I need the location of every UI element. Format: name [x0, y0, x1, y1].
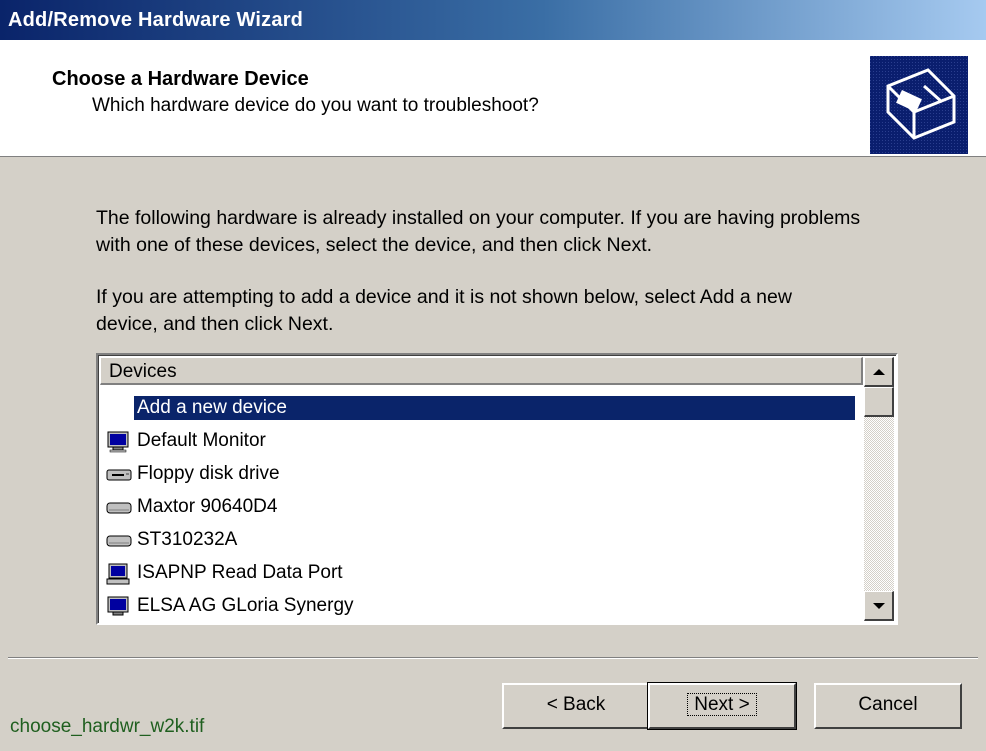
column-header-label: Devices [109, 361, 177, 382]
computer-icon [106, 563, 130, 585]
arrow-down-icon [873, 603, 885, 609]
device-row-elsa[interactable]: ELSA AG GLoria Synergy [102, 591, 863, 623]
hard-disk-icon [106, 502, 132, 514]
device-row-floppy[interactable]: Floppy disk drive [102, 459, 863, 491]
instructions-paragraph-1: The following hardware is already instal… [96, 205, 896, 259]
instructions-paragraph-2: If you are attempting to add a device an… [96, 284, 896, 338]
next-button[interactable]: Next > [647, 682, 797, 730]
device-row-maxtor[interactable]: Maxtor 90640D4 [102, 492, 863, 524]
devices-list[interactable]: Devices Add a new device Default Monitor… [96, 353, 898, 625]
title-bar: Add/Remove Hardware Wizard [0, 0, 986, 40]
device-row-default-monitor[interactable]: Default Monitor [102, 426, 863, 458]
instructions-line: The following hardware is already instal… [96, 207, 861, 229]
window-title: Add/Remove Hardware Wizard [8, 9, 304, 31]
floppy-drive-icon [106, 469, 132, 481]
instructions-line: with one of these devices, select the de… [96, 234, 653, 256]
device-row-add-new[interactable]: Add a new device [102, 393, 863, 425]
cancel-button[interactable]: Cancel [814, 683, 962, 729]
instructions-line: If you are attempting to add a device an… [96, 286, 792, 308]
device-label: Maxtor 90640D4 [137, 496, 278, 517]
device-label: Default Monitor [137, 430, 266, 451]
monitor-icon [107, 431, 129, 453]
device-row-st310232a[interactable]: ST310232A [102, 525, 863, 557]
back-button[interactable]: < Back [502, 683, 650, 729]
next-button-label: Next > [687, 693, 757, 716]
hard-disk-icon [106, 535, 132, 547]
device-row-isapnp[interactable]: ISAPNP Read Data Port [102, 558, 863, 590]
device-label: ELSA AG GLoria Synergy [137, 595, 354, 616]
scroll-up-button[interactable] [864, 357, 894, 387]
scroll-down-button[interactable] [864, 591, 894, 621]
back-button-label: < Back [546, 694, 606, 715]
wizard-header: Choose a Hardware Device Which hardware … [0, 40, 986, 157]
footer-divider [8, 657, 978, 659]
vertical-scrollbar[interactable] [864, 357, 894, 621]
device-label: ISAPNP Read Data Port [137, 562, 343, 583]
device-label: Add a new device [134, 396, 855, 420]
device-label: ST310232A [137, 529, 238, 550]
scroll-thumb[interactable] [864, 387, 894, 417]
device-label: Floppy disk drive [137, 463, 280, 484]
page-subtitle: Which hardware device do you want to tro… [92, 95, 539, 116]
monitor-icon [107, 596, 129, 616]
image-caption: choose_hardwr_w2k.tif [10, 716, 205, 737]
devices-column-header[interactable]: Devices [100, 357, 863, 385]
instructions-line: device, and then click Next. [96, 313, 334, 335]
arrow-up-icon [873, 369, 885, 375]
cancel-button-label: Cancel [858, 694, 918, 715]
page-title: Choose a Hardware Device [52, 68, 309, 90]
hardware-wizard-icon [870, 56, 968, 154]
